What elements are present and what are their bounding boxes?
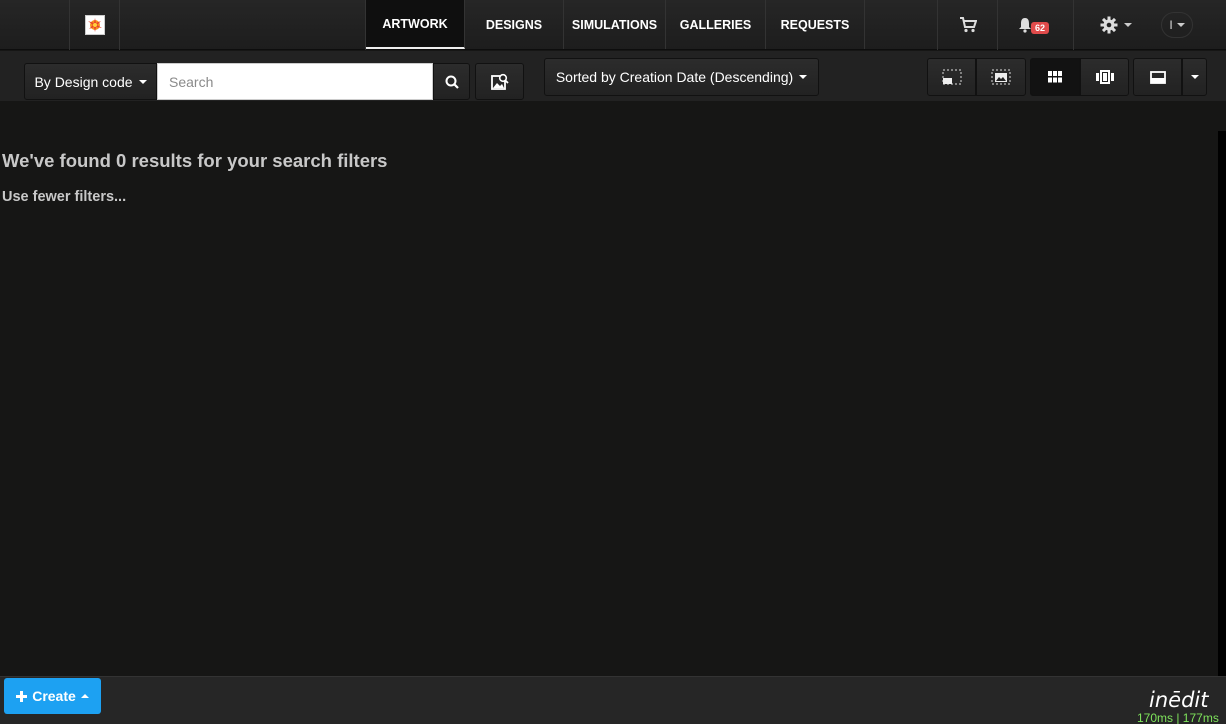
search-button[interactable] [433, 63, 470, 100]
results-title: We've found 0 results for your search fi… [2, 150, 388, 171]
main-tabs: ARTWORK DESIGNS SIMULATIONS GALLERIES RE… [365, 0, 865, 50]
user-menu[interactable]: I [1157, 0, 1197, 50]
cart-button[interactable] [937, 0, 997, 50]
plus-icon [16, 690, 28, 702]
settings-menu[interactable] [1073, 0, 1157, 50]
tab-simulations[interactable]: SIMULATIONS [564, 0, 666, 49]
results-area [2, 102, 1218, 676]
search-icon [445, 75, 459, 89]
create-label: Create [32, 688, 76, 704]
chevron-up-icon [80, 694, 89, 698]
user-initial: I [1169, 18, 1173, 32]
chevron-down-icon [799, 75, 808, 79]
sort-label: Sorted by Creation Date (Descending) [555, 69, 794, 85]
search-input[interactable] [157, 63, 433, 100]
logo-link[interactable] [70, 0, 120, 50]
top-navbar: ARTWORK DESIGNS SIMULATIONS GALLERIES RE… [0, 0, 1226, 50]
avatar: I [1161, 12, 1193, 38]
logo [84, 15, 105, 35]
search-mode-label: By Design code [34, 73, 133, 90]
timing-readout: 170ms | 177ms [1137, 711, 1219, 724]
gear-icon [1100, 16, 1117, 34]
grid-icon [1048, 71, 1062, 83]
crop-view-button[interactable] [927, 58, 976, 96]
chevron-down-icon [1123, 23, 1132, 27]
carousel-icon [1095, 70, 1114, 84]
results-hint: Use fewer filters... [2, 189, 127, 205]
search-mode-dropdown[interactable]: By Design code [24, 63, 157, 100]
notifications-button[interactable]: 62 [997, 0, 1073, 50]
brand-logo-text: inēdit [1149, 688, 1209, 712]
tab-galleries[interactable]: GALLERIES [666, 0, 766, 49]
footer-bar [0, 676, 1226, 724]
notification-badge: 62 [1031, 22, 1050, 34]
tab-requests[interactable]: REQUESTS [766, 0, 865, 49]
carousel-view-button[interactable] [1080, 58, 1129, 96]
tab-designs[interactable]: DESIGNS [465, 0, 564, 49]
bell-icon [1018, 18, 1031, 33]
chevron-down-icon [1190, 75, 1199, 79]
cart-icon [959, 17, 977, 33]
grid-view-button[interactable] [1030, 58, 1080, 96]
view-options-dropdown[interactable] [1182, 58, 1207, 96]
sort-dropdown[interactable]: Sorted by Creation Date (Descending) [544, 58, 819, 96]
chevron-down-icon [1176, 23, 1185, 27]
crop-icon [941, 69, 962, 85]
card-icon [1149, 70, 1166, 84]
chevron-down-icon [138, 79, 147, 84]
scrollbar-track[interactable] [1218, 131, 1226, 676]
nav-left-spacer [0, 0, 70, 50]
card-view-button[interactable] [1133, 58, 1182, 96]
create-button[interactable]: Create [4, 678, 101, 714]
tab-artwork[interactable]: ARTWORK [366, 0, 465, 49]
image-search-button[interactable] [475, 63, 524, 100]
image-search-icon [490, 73, 509, 90]
image-frame-icon [991, 69, 1011, 85]
frame-view-button[interactable] [976, 58, 1026, 96]
